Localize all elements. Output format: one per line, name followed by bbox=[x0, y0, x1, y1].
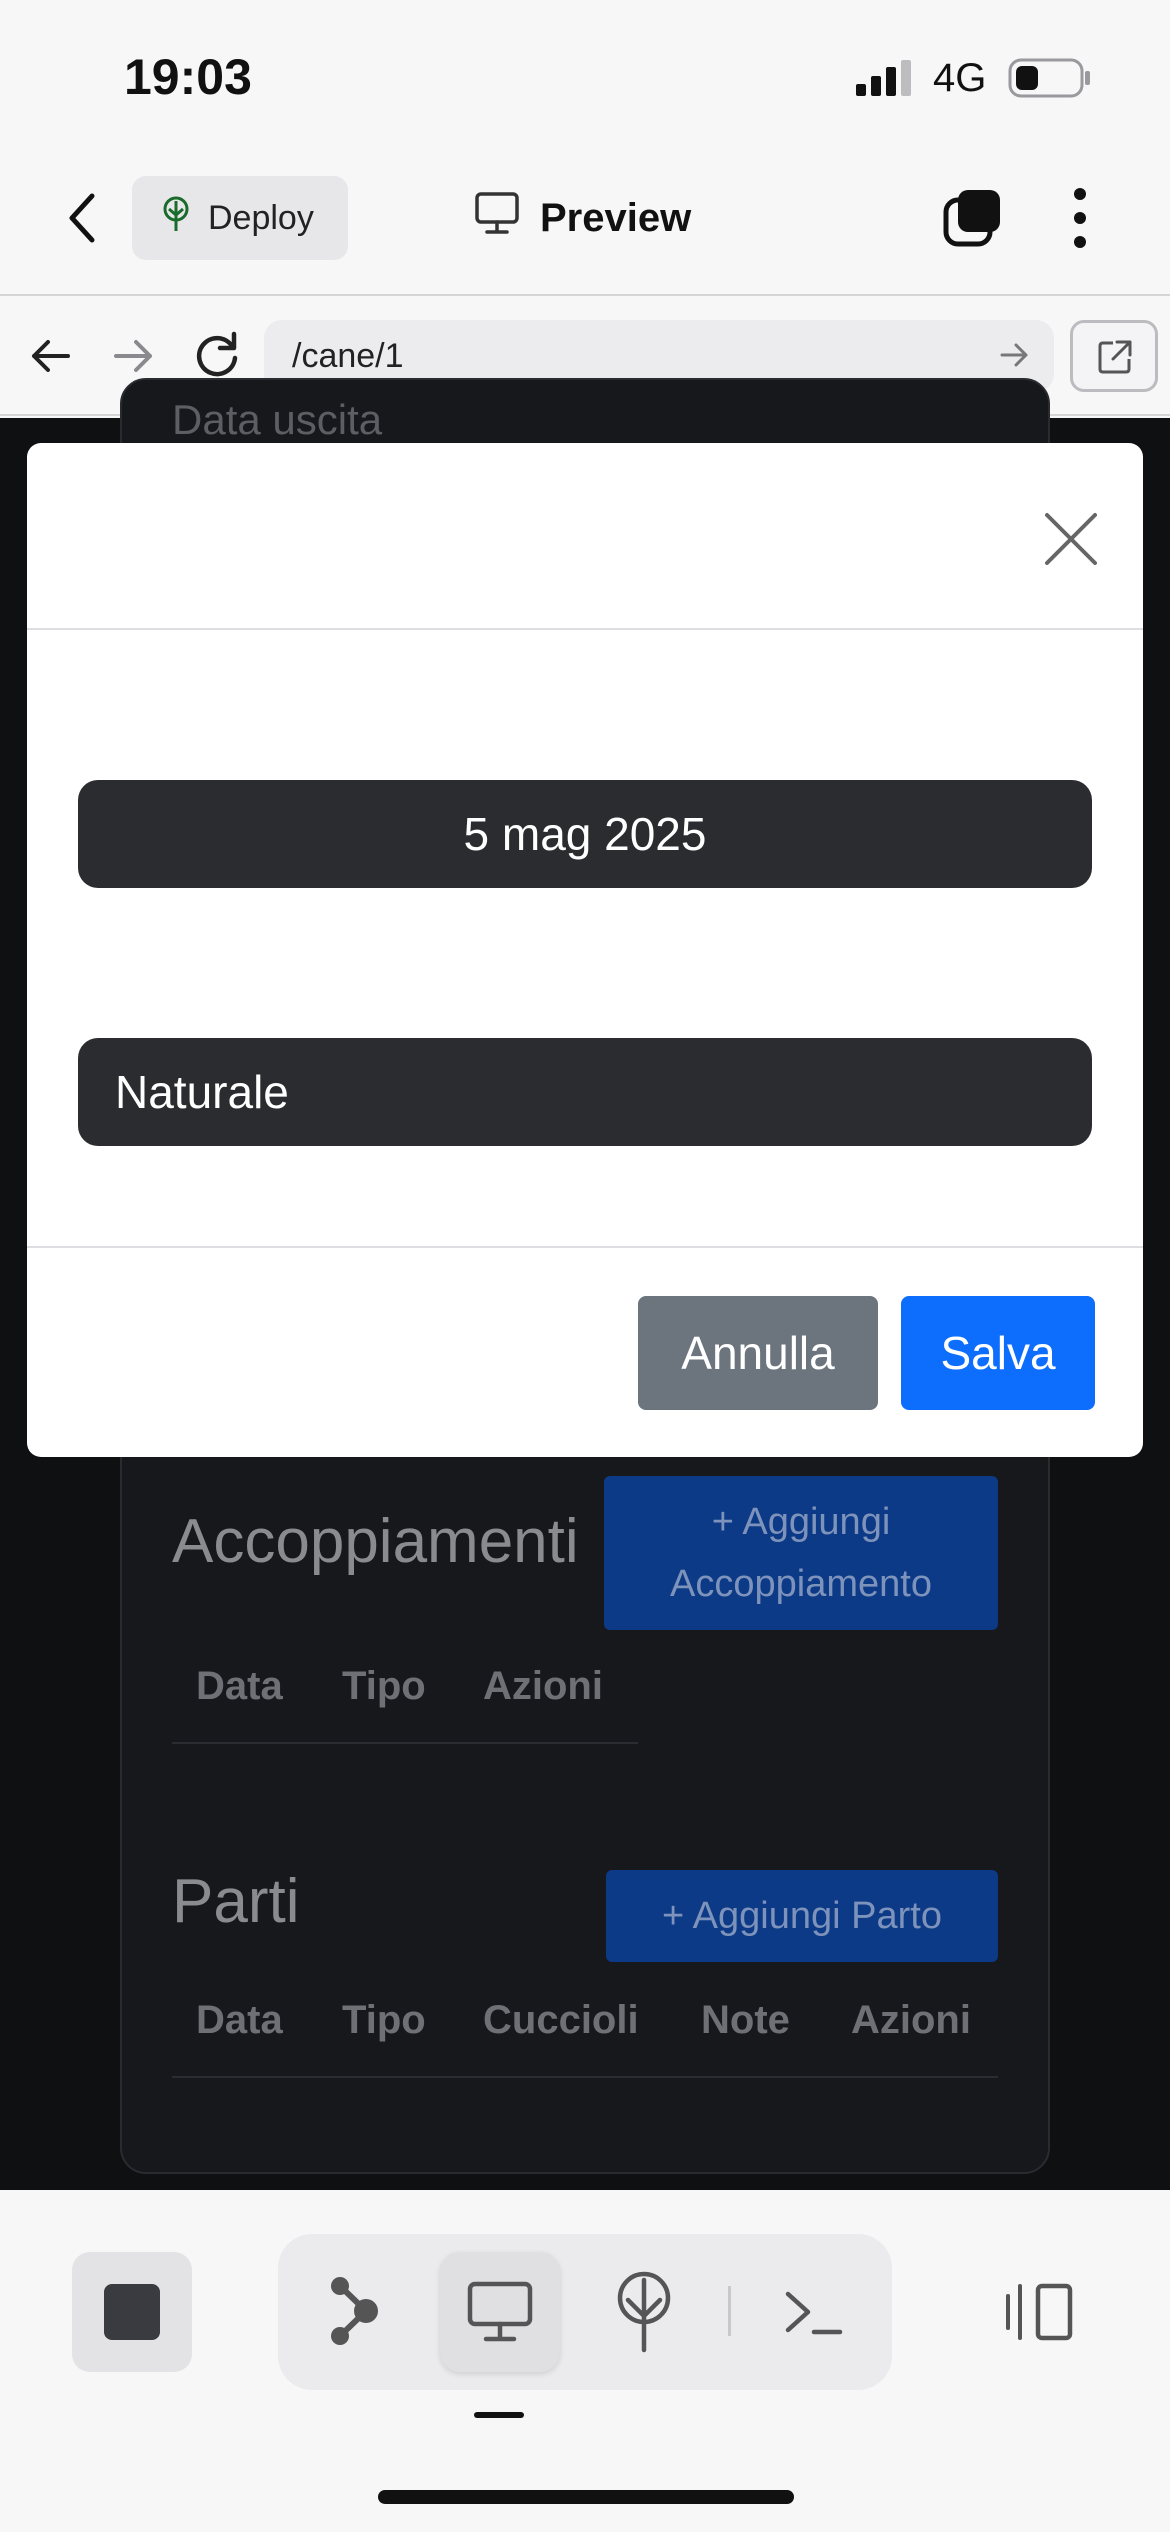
save-button[interactable]: Salva bbox=[901, 1296, 1095, 1410]
table-header-tipo: Tipo bbox=[342, 1998, 426, 2042]
parti-title: Parti bbox=[172, 1867, 300, 1936]
monitor-icon[interactable] bbox=[466, 2280, 534, 2349]
deploy-icon[interactable] bbox=[614, 2270, 674, 2359]
toolbar-divider bbox=[728, 2286, 731, 2336]
modal-header bbox=[27, 443, 1143, 630]
add-parto-button[interactable]: + Aggiungi Parto bbox=[606, 1870, 998, 1962]
more-vertical-icon[interactable] bbox=[1066, 186, 1094, 255]
stop-icon bbox=[104, 2284, 160, 2340]
active-indicator bbox=[474, 2412, 524, 2418]
date-value: 5 mag 2025 bbox=[463, 808, 707, 860]
battery-icon bbox=[1008, 56, 1092, 105]
go-arrow-icon[interactable] bbox=[1000, 340, 1030, 375]
table-header-cuccioli: Cuccioli bbox=[483, 1998, 639, 2042]
cancel-button[interactable]: Annulla bbox=[638, 1296, 878, 1410]
monitor-icon bbox=[474, 191, 520, 245]
preview-label: Preview bbox=[540, 195, 692, 240]
close-icon[interactable] bbox=[1043, 511, 1099, 572]
add-accoppiamento-button[interactable]: + Aggiungi Accoppiamento bbox=[604, 1476, 998, 1630]
table-header-azioni: Azioni bbox=[483, 1664, 603, 1708]
open-external-button[interactable] bbox=[1070, 320, 1158, 392]
url-text: /cane/1 bbox=[292, 336, 404, 375]
table-header-tipo: Tipo bbox=[342, 1664, 426, 1708]
table-header-azioni: Azioni bbox=[851, 1998, 971, 2042]
deploy-label: Deploy bbox=[208, 198, 314, 237]
arrow-right-icon[interactable] bbox=[112, 336, 156, 381]
accoppiamenti-title: Accoppiamenti bbox=[172, 1507, 579, 1576]
status-time: 19:03 bbox=[124, 49, 252, 105]
preview-title: Preview bbox=[474, 188, 691, 248]
tabs-icon[interactable] bbox=[942, 186, 1004, 253]
type-select[interactable]: Naturale bbox=[78, 1038, 1092, 1146]
back-chevron-icon[interactable] bbox=[62, 190, 102, 251]
deploy-button[interactable]: Deploy bbox=[132, 176, 348, 260]
side-panel-icon[interactable] bbox=[1002, 2282, 1076, 2347]
table-header-data: Data bbox=[196, 1998, 283, 2042]
deploy-tree-icon bbox=[160, 195, 192, 242]
date-field[interactable]: 5 mag 2025 bbox=[78, 780, 1092, 888]
data-uscita-label: Data uscita bbox=[172, 396, 383, 443]
network-label: 4G bbox=[933, 56, 987, 100]
reload-icon[interactable] bbox=[192, 330, 242, 385]
type-value: Naturale bbox=[115, 1066, 289, 1118]
home-indicator[interactable] bbox=[378, 2490, 794, 2504]
table-divider bbox=[172, 1742, 638, 1744]
table-header-note: Note bbox=[701, 1998, 790, 2042]
arrow-left-icon[interactable] bbox=[28, 336, 72, 381]
share-node-icon[interactable] bbox=[326, 2274, 382, 2353]
open-external-icon bbox=[1097, 339, 1133, 380]
signal-icon bbox=[854, 58, 914, 103]
table-header-data: Data bbox=[196, 1664, 283, 1708]
table-divider bbox=[172, 2076, 998, 2078]
terminal-icon[interactable] bbox=[784, 2288, 844, 2343]
